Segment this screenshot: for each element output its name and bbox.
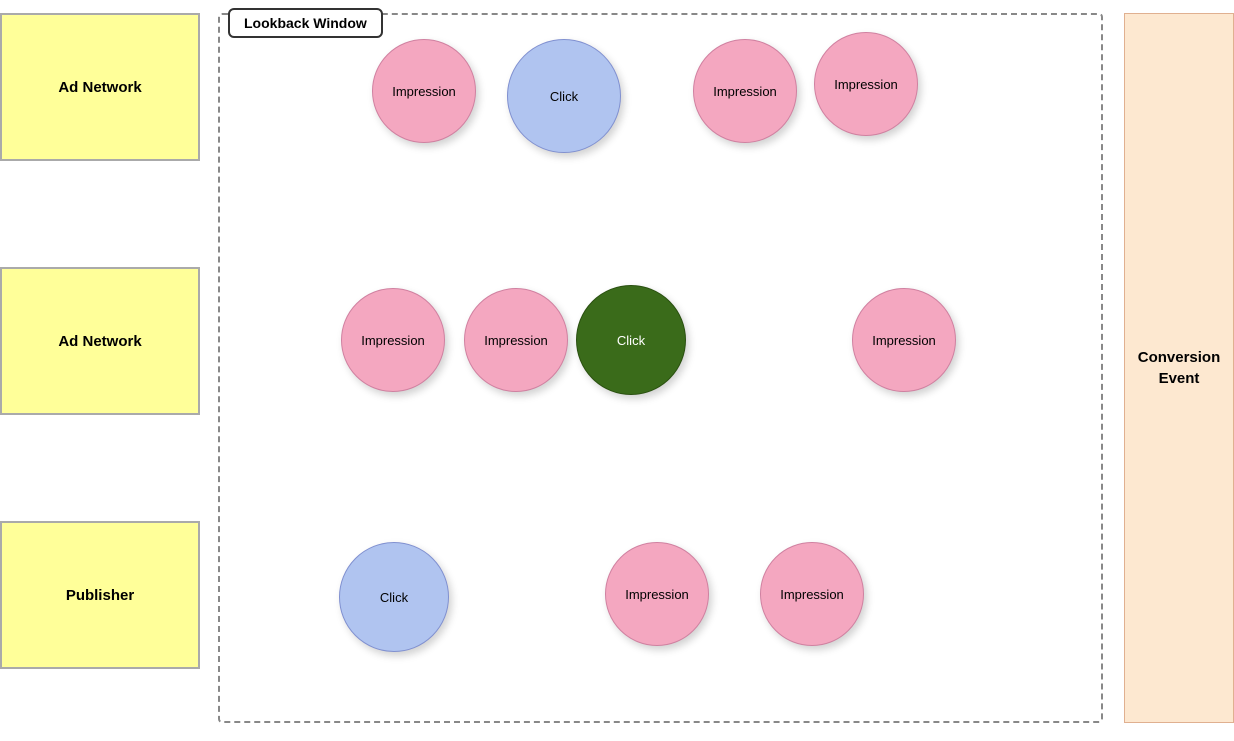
conversion-event-box: ConversionEvent [1124,13,1234,723]
entity-publisher: Publisher [0,521,200,669]
entity-label: Publisher [66,587,134,604]
click-circle-blue: Click [507,39,621,153]
impression-circle: Impression [693,39,797,143]
impression-circle: Impression [760,542,864,646]
click-circle-green: Click [576,285,686,395]
canvas: Ad Network Ad Network Publisher Lookback… [0,0,1234,741]
entity-ad-network-1: Ad Network [0,13,200,161]
entity-ad-network-2: Ad Network [0,267,200,415]
impression-circle: Impression [814,32,918,136]
click-circle-blue: Click [339,542,449,652]
entity-label: Ad Network [58,79,141,96]
impression-circle: Impression [464,288,568,392]
impression-circle: Impression [605,542,709,646]
entity-label: Ad Network [58,333,141,350]
impression-circle: Impression [341,288,445,392]
conversion-label: ConversionEvent [1138,347,1221,389]
lookback-label: Lookback Window [228,8,383,38]
impression-circle: Impression [852,288,956,392]
impression-circle: Impression [372,39,476,143]
